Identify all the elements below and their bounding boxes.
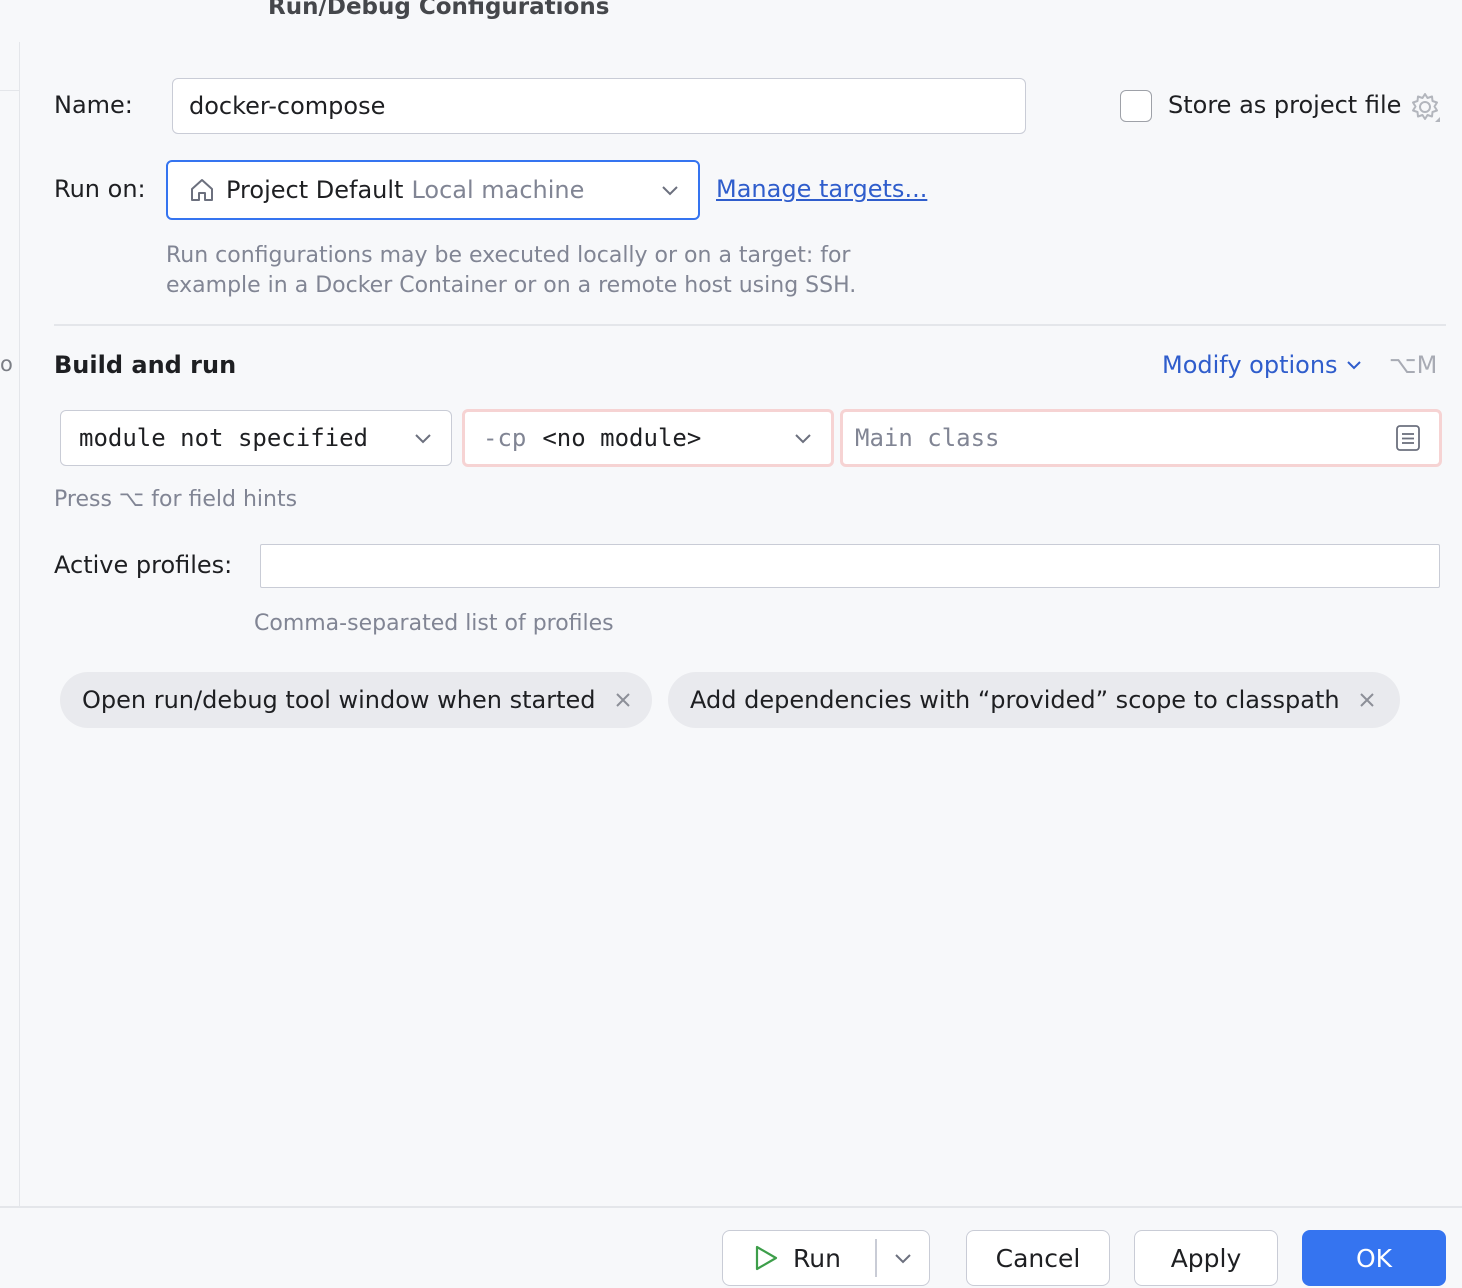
run-on-target-dropdown[interactable]: Project Default Local machine [166,160,700,220]
classpath-value: <no module> [542,424,702,452]
store-as-project-file-checkbox[interactable] [1120,90,1152,122]
modify-options-button[interactable]: Modify options [1162,351,1364,379]
classpath-prefix: -cp [483,424,527,452]
close-icon[interactable] [1358,691,1376,709]
close-icon[interactable] [614,691,632,709]
chevron-down-icon [893,1248,913,1268]
sidebar-clipped-text: o [0,352,13,376]
browse-list-icon[interactable] [1395,424,1421,452]
ok-button[interactable]: OK [1302,1230,1446,1286]
sidebar-divider [0,90,19,91]
option-chip-provided-scope: Add dependencies with “provided” scope t… [668,672,1400,728]
chevron-down-icon [660,180,680,200]
active-profiles-input[interactable] [260,544,1440,588]
option-chip-label: Open run/debug tool window when started [82,686,596,714]
run-on-label: Run on: [54,175,146,203]
run-on-hint-line2: example in a Docker Container or on a re… [166,273,857,298]
modify-options-shortcut: ⌥M [1389,351,1438,379]
main-class-placeholder: Main class [855,424,1000,452]
main-class-input[interactable]: Main class [840,409,1442,467]
cancel-button[interactable]: Cancel [966,1230,1110,1286]
home-icon [188,176,216,204]
active-profiles-label: Active profiles: [54,551,233,579]
classpath-module-dropdown[interactable]: -cp <no module> [462,409,834,467]
store-as-project-file-label: Store as project file [1168,91,1402,119]
run-button-label: Run [793,1243,841,1273]
run-button[interactable]: Run [723,1231,875,1285]
run-on-secondary: Local machine [411,176,585,204]
name-label: Name: [54,91,133,119]
run-on-hint-line1: Run configurations may be executed local… [166,243,851,268]
configurations-sidebar [0,42,20,1208]
gear-icon[interactable] [1408,90,1442,128]
run-split-button: Run [722,1230,930,1286]
build-and-run-title: Build and run [54,351,237,379]
chevron-down-icon [1344,355,1364,375]
field-hints-text: Press ⌥ for field hints [54,487,298,512]
apply-button[interactable]: Apply [1134,1230,1278,1286]
manage-targets-link[interactable]: Manage targets... [716,175,927,203]
run-options-dropdown[interactable] [877,1231,930,1285]
option-chip-open-tool-window: Open run/debug tool window when started [60,672,652,728]
footer-divider [0,1206,1462,1208]
section-divider [54,324,1446,326]
name-input-value: docker-compose [189,92,386,120]
run-on-primary: Project Default [226,176,404,204]
name-input[interactable]: docker-compose [172,78,1026,134]
play-icon [753,1244,779,1272]
jdk-module-value: module not specified [79,424,368,452]
active-profiles-hint: Comma-separated list of profiles [254,611,614,636]
chevron-down-icon [793,428,813,448]
window-title: Run/Debug Configurations [268,0,610,20]
option-chip-label: Add dependencies with “provided” scope t… [690,686,1340,714]
chevron-down-icon [413,428,433,448]
modify-options-label: Modify options [1162,351,1338,379]
jdk-module-dropdown[interactable]: module not specified [60,410,452,466]
